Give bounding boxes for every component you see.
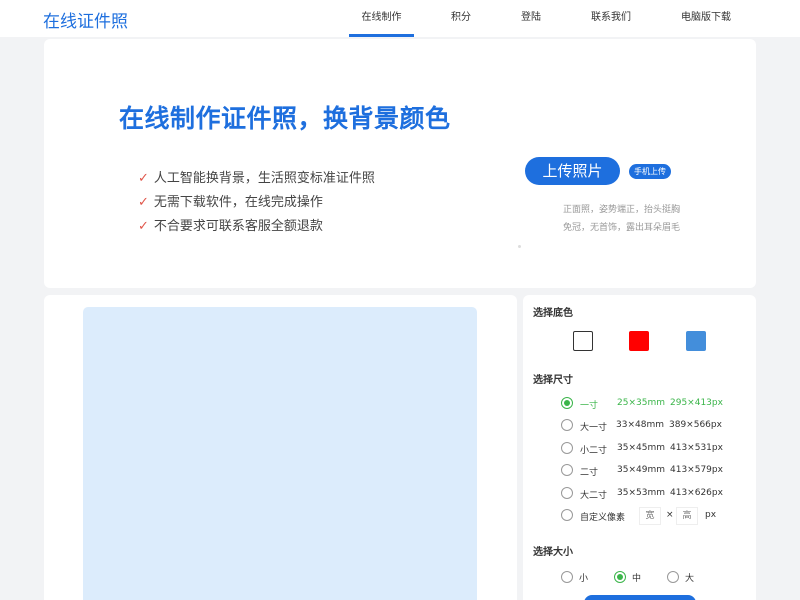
check-icon: ✓ <box>138 219 149 234</box>
size-title: 选择尺寸 <box>533 375 573 386</box>
size-name: 小二寸 <box>580 446 608 456</box>
nav-contact[interactable]: 联系我们 <box>585 0 637 37</box>
size-name: 一寸 <box>580 401 599 411</box>
nav-login[interactable]: 登陆 <box>511 0 551 37</box>
radio-icon[interactable] <box>561 509 573 521</box>
size-option-custom[interactable]: 自定义像素 × px <box>561 507 751 525</box>
scale-title: 选择大小 <box>533 547 573 558</box>
site-logo[interactable]: 在线证件照 <box>43 7 128 32</box>
radio-icon[interactable] <box>561 419 573 431</box>
nav-desktop-download[interactable]: 电脑版下载 <box>675 0 737 37</box>
radio-checked-icon[interactable] <box>561 397 573 409</box>
radio-icon[interactable] <box>667 571 679 583</box>
radio-icon[interactable] <box>561 571 573 583</box>
upload-photo-button[interactable]: 上传照片 <box>525 157 620 185</box>
size-name: 大一寸 <box>580 423 608 433</box>
feature-item: ✓ 人工智能换背景，生活照变标准证件照 <box>138 167 375 186</box>
custom-size-label: 自定义像素 <box>580 513 626 523</box>
make-photo-button[interactable] <box>584 595 696 600</box>
size-px: 413×531px <box>670 443 723 453</box>
radio-icon[interactable] <box>561 442 573 454</box>
bg-swatch-white[interactable] <box>573 331 593 351</box>
radio-icon[interactable] <box>561 487 573 499</box>
feature-item: ✓ 无需下载软件，在线完成操作 <box>138 191 323 210</box>
hero-banner: 在线制作证件照，换背景颜色 ✓ 人工智能换背景，生活照变标准证件照 ✓ 无需下载软件… <box>44 39 756 288</box>
photo-preview-area <box>83 307 477 600</box>
feature-text: 人工智能换背景，生活照变标准证件照 <box>153 171 375 186</box>
size-px: 295×413px <box>670 398 723 408</box>
size-mm: 33×48mm <box>616 420 664 430</box>
radio-checked-icon[interactable] <box>614 571 626 583</box>
size-px: 413×579px <box>670 465 723 475</box>
bg-swatch-blue[interactable] <box>686 331 706 351</box>
nav-points[interactable]: 积分 <box>441 0 481 37</box>
size-name: 大二寸 <box>580 491 608 501</box>
settings-panel: 选择底色 选择尺寸 一寸 25×35mm 295×413px 大一寸 33×48… <box>523 295 756 600</box>
scale-label: 小 <box>579 574 589 584</box>
size-mm: 35×49mm <box>617 465 665 475</box>
size-px: 389×566px <box>669 420 722 430</box>
hero-title: 在线制作证件照，换背景颜色 <box>119 104 451 133</box>
radio-icon[interactable] <box>561 464 573 476</box>
top-header: 在线证件照 在线制作 积分 登陆 联系我们 电脑版下载 <box>0 0 800 37</box>
size-mm: 35×45mm <box>617 443 665 453</box>
carousel-dot[interactable] <box>518 245 521 248</box>
nav-online-make[interactable]: 在线制作 <box>349 0 414 37</box>
size-mm: 25×35mm <box>617 398 665 408</box>
size-mm: 35×53mm <box>617 488 665 498</box>
feature-item: ✓ 不合要求可联系客服全额退款 <box>138 215 323 234</box>
feature-text: 不合要求可联系客服全额退款 <box>153 219 323 234</box>
scale-label: 中 <box>632 574 642 584</box>
custom-height-input[interactable] <box>676 507 698 525</box>
bg-color-title: 选择底色 <box>533 308 573 319</box>
custom-width-input[interactable] <box>639 507 661 525</box>
preview-panel <box>44 295 517 600</box>
check-icon: ✓ <box>138 195 149 210</box>
check-icon: ✓ <box>138 171 149 186</box>
px-unit: px <box>705 510 717 520</box>
mobile-upload-button[interactable]: 手机上传 <box>629 164 671 179</box>
photo-tip: 免冠，无首饰，露出耳朵眉毛 <box>563 223 681 233</box>
times-sign: × <box>666 510 674 520</box>
size-px: 413×626px <box>670 488 723 498</box>
bg-swatch-red[interactable] <box>629 331 649 351</box>
feature-text: 无需下载软件，在线完成操作 <box>153 195 323 210</box>
size-name: 二寸 <box>580 468 599 478</box>
photo-tip: 正面照，姿势端正，抬头挺胸 <box>563 205 681 215</box>
scale-label: 大 <box>685 574 695 584</box>
